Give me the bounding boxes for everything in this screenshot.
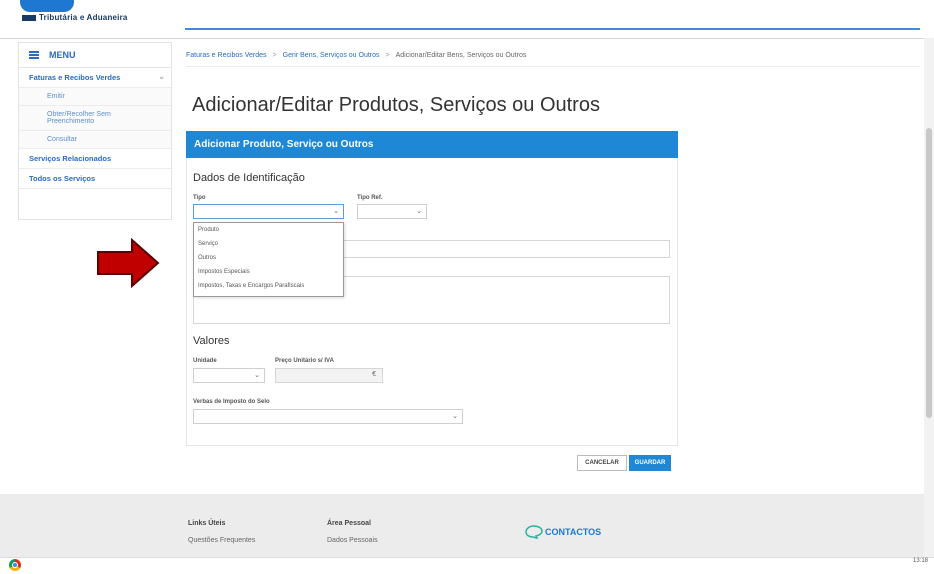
logo-icon (22, 14, 36, 21)
breadcrumb-current: Adicionar/Editar Bens, Serviços ou Outro… (395, 51, 527, 59)
sidebar-menu: MENU Faturas e Recibos Verdes ⌄ Emitir O… (18, 42, 172, 220)
brand-logo[interactable]: Tributária e Aduaneira (22, 13, 128, 22)
dropdown-option[interactable]: Impostos, Taxas e Encargos Parafiscais (194, 279, 343, 293)
unidade-label: Unidade (193, 358, 217, 364)
dropdown-option[interactable]: Impostos Especiais (194, 265, 343, 279)
dropdown-option[interactable]: Serviço (194, 237, 343, 251)
contactos-label: CONTACTOS (545, 527, 602, 537)
chevron-down-icon: ⌄ (254, 372, 260, 379)
page-scrollbar[interactable] (924, 38, 934, 558)
sidebar-item-label: Serviços Relacionados (29, 154, 112, 163)
sidebar-item-servicos-relacionados[interactable]: Serviços Relacionados (19, 149, 171, 169)
top-header: Tributária e Aduaneira (0, 0, 934, 39)
breadcrumb-separator: > (272, 51, 277, 59)
dropdown-option[interactable]: Outros (194, 251, 343, 265)
portal-tab[interactable] (20, 0, 74, 12)
sidebar-item-consultar[interactable]: Consultar (19, 131, 171, 149)
sidebar-item-obter[interactable]: Obter/Recolher Sem Preenchimento (19, 106, 171, 131)
section-title-valores: Valores (193, 335, 230, 347)
menu-label: MENU (49, 50, 76, 60)
chrome-icon[interactable] (9, 559, 21, 571)
tipo-select[interactable]: ⌄ (193, 204, 344, 219)
unidade-select[interactable]: ⌄ (193, 368, 265, 383)
breadcrumb-link[interactable]: Faturas e Recibos Verdes (186, 52, 267, 59)
tipo-dropdown-list: Produto Serviço Outros Impostos Especiai… (193, 222, 344, 297)
save-button[interactable]: GUARDAR (629, 455, 671, 471)
sidebar-item-label: Emitir (47, 93, 65, 100)
verbas-label: Verbas de Imposto do Selo (193, 399, 270, 405)
footer-link[interactable]: Dados Pessoais (327, 537, 378, 544)
footer-links-title: Links Úteis (188, 520, 226, 527)
euro-icon: € (372, 371, 376, 378)
scrollbar-thumb[interactable] (926, 128, 932, 418)
verbas-select[interactable]: ⌄ (193, 409, 463, 424)
taskbar-clock: 13:18 (912, 558, 928, 564)
preco-input[interactable]: € (275, 368, 383, 383)
breadcrumb-link[interactable]: Gerir Bens, Serviços ou Outros (283, 52, 380, 59)
chevron-down-icon: ⌄ (333, 208, 339, 215)
header-accent-line (185, 28, 920, 30)
section-title-identificacao: Dados de Identificação (193, 172, 305, 184)
sidebar-item-faturas[interactable]: Faturas e Recibos Verdes ⌄ (19, 68, 171, 88)
sidebar-item-emitir[interactable]: Emitir (19, 88, 171, 106)
sidebar-item-label: Todos os Serviços (29, 174, 96, 183)
sidebar-item-label: Obter/Recolher Sem (47, 111, 111, 118)
page-title: Adicionar/Editar Produtos, Serviços ou O… (192, 94, 600, 116)
menu-toggle[interactable]: MENU (19, 43, 171, 68)
sidebar-item-todos-servicos[interactable]: Todos os Serviços (19, 169, 171, 189)
sidebar-item-label: Preenchimento (47, 118, 95, 125)
footer-link[interactable]: Questões Frequentes (188, 537, 255, 544)
contactos-link[interactable]: CONTACTOS (525, 525, 601, 539)
chevron-down-icon: ⌄ (416, 208, 422, 215)
preco-label: Preço Unitário s/ IVA (275, 358, 334, 364)
hamburger-icon (29, 51, 39, 59)
panel-header: Adicionar Produto, Serviço ou Outros (186, 131, 678, 158)
chat-bubble-icon (525, 525, 543, 539)
red-arrow-annotation (96, 237, 162, 289)
sidebar-item-label: Faturas e Recibos Verdes (29, 73, 121, 82)
sidebar-item-label: Consultar (47, 136, 77, 143)
cancel-button[interactable]: CANCELAR (577, 455, 627, 471)
chevron-down-icon: ⌄ (452, 413, 458, 420)
brand-name: Tributária e Aduaneira (39, 13, 128, 22)
breadcrumb: Faturas e Recibos Verdes > Gerir Bens, S… (186, 44, 920, 67)
tipo-ref-label: Tipo Ref. (357, 195, 383, 201)
tipo-label: Tipo (193, 195, 206, 201)
footer-personal-title: Área Pessoal (327, 520, 371, 527)
tipo-ref-select[interactable]: ⌄ (357, 204, 427, 219)
dropdown-option[interactable]: Produto (194, 223, 343, 237)
chevron-down-icon: ⌄ (158, 72, 165, 81)
breadcrumb-separator: > (385, 51, 390, 59)
taskbar (0, 557, 934, 574)
arrow-right-icon (97, 237, 160, 289)
